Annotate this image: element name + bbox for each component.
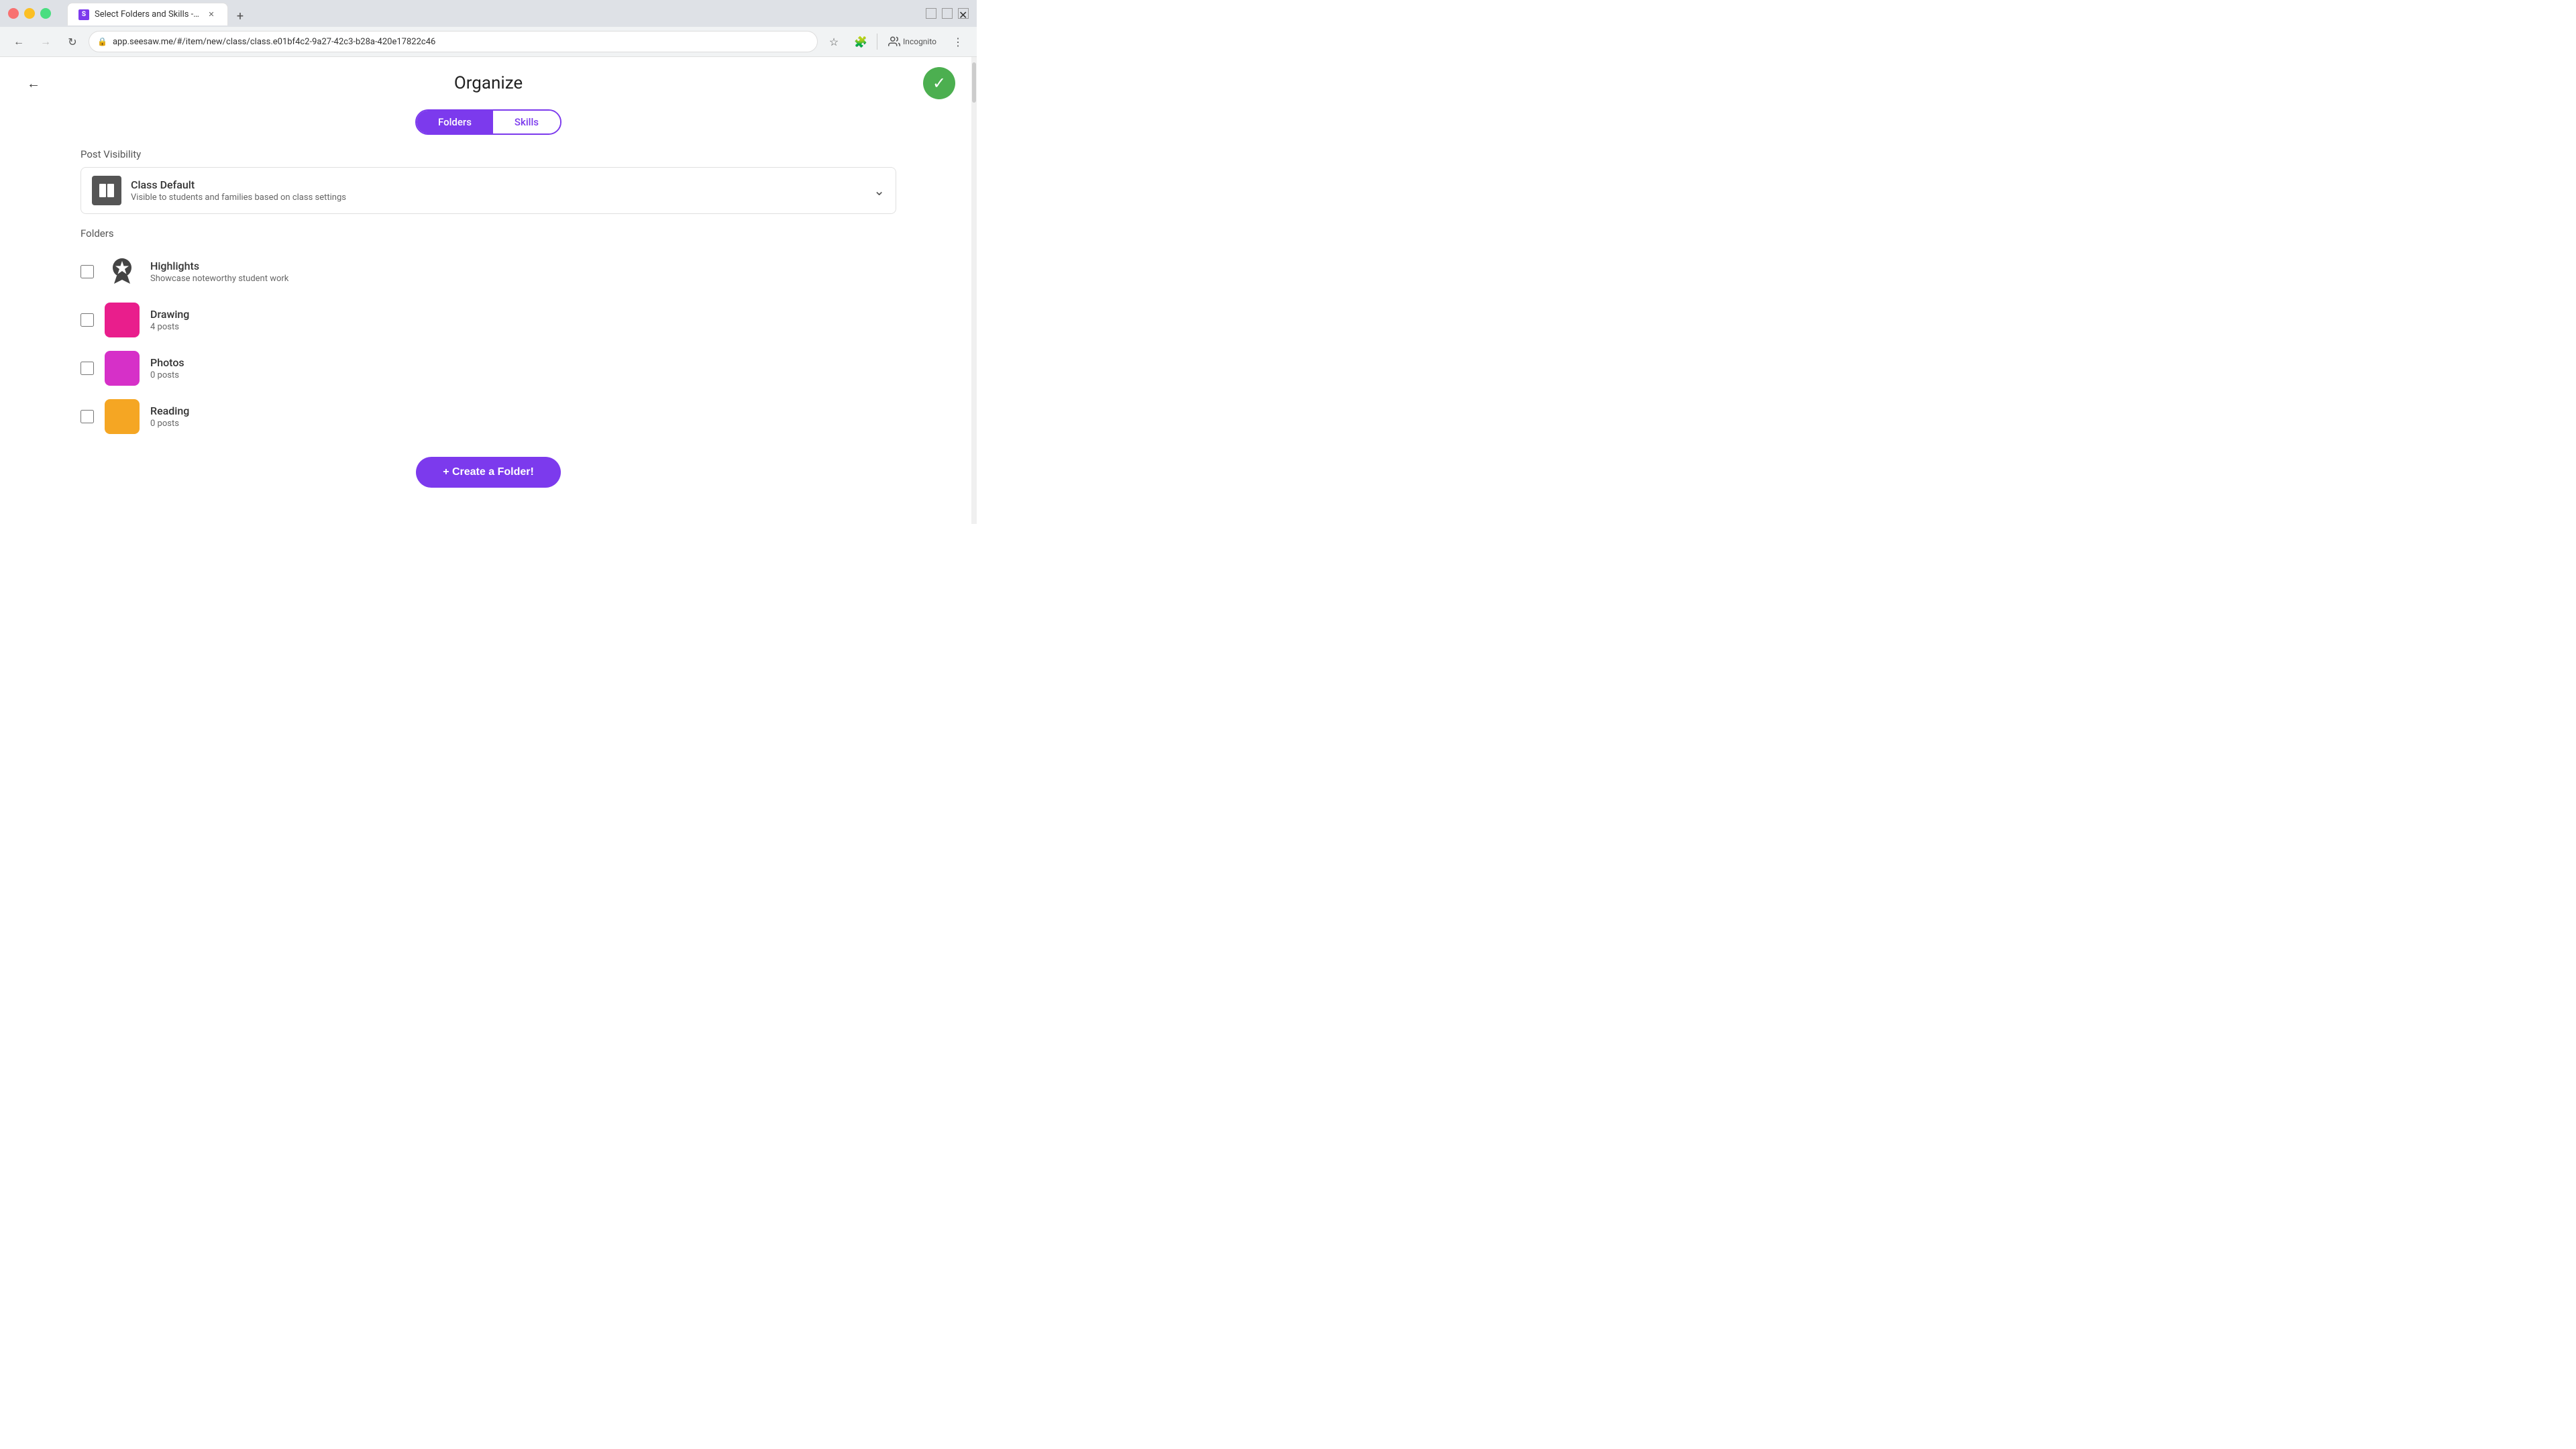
drawing-folder-icon	[105, 303, 140, 337]
close-window-btn[interactable]	[8, 8, 19, 19]
visibility-dropdown[interactable]: Class Default Visible to students and fa…	[80, 167, 896, 214]
page-title: Organize	[454, 73, 523, 93]
tab-close-btn[interactable]: ✕	[206, 9, 217, 20]
visibility-title: Class Default	[131, 178, 873, 191]
tab-favicon: S	[78, 9, 89, 20]
window-controls	[8, 8, 51, 19]
photos-folder-name: Photos	[150, 356, 896, 369]
visibility-icon	[92, 176, 121, 205]
confirm-btn[interactable]: ✓	[923, 67, 955, 99]
page-header: ← Organize ✓	[0, 57, 977, 104]
maximize-window-btn[interactable]	[40, 8, 51, 19]
list-item: Reading 0 posts	[80, 392, 896, 441]
main-content: ← Organize ✓ Folders Skills Post Visibil…	[0, 57, 977, 524]
drawing-folder-name: Drawing	[150, 308, 896, 321]
content-area: Post Visibility Class Default Visible to…	[0, 148, 977, 488]
list-item: Photos 0 posts	[80, 344, 896, 392]
new-tab-btn[interactable]: +	[231, 7, 250, 25]
back-btn[interactable]: ←	[8, 31, 30, 52]
photos-folder-meta: 0 posts	[150, 370, 896, 380]
extensions-btn[interactable]: 🧩	[850, 31, 871, 52]
tab-strip: S Select Folders and Skills - Sees... ✕ …	[59, 1, 258, 25]
reading-folder-name: Reading	[150, 405, 896, 417]
folders-tab[interactable]: Folders	[417, 111, 493, 133]
visibility-text: Class Default Visible to students and fa…	[131, 178, 873, 203]
title-bar: S Select Folders and Skills - Sees... ✕ …	[0, 0, 977, 27]
forward-btn[interactable]: →	[35, 31, 56, 52]
photos-folder-icon	[105, 351, 140, 386]
highlights-checkbox[interactable]	[80, 265, 94, 278]
check-icon: ✓	[932, 74, 946, 93]
restore-btn[interactable]	[942, 8, 953, 19]
nav-bar: ← → ↻ 🔒 app.seesaw.me/#/item/new/class/c…	[0, 27, 977, 56]
create-folder-section: + Create a Folder!	[80, 457, 896, 488]
address-bar[interactable]: 🔒 app.seesaw.me/#/item/new/class/class.e…	[89, 31, 818, 52]
drawing-checkbox[interactable]	[80, 313, 94, 327]
active-tab[interactable]: S Select Folders and Skills - Sees... ✕	[67, 3, 228, 25]
drawing-folder-text: Drawing 4 posts	[150, 308, 896, 332]
post-visibility-label: Post Visibility	[80, 148, 896, 160]
browser-chrome: S Select Folders and Skills - Sees... ✕ …	[0, 0, 977, 57]
incognito-label: Incognito	[903, 37, 936, 46]
folders-section-label: Folders	[80, 227, 896, 239]
lock-icon: 🔒	[97, 37, 107, 46]
photos-folder-text: Photos 0 posts	[150, 356, 896, 380]
chevron-down-icon: ⌄	[873, 182, 885, 199]
book-icon	[97, 181, 116, 200]
reading-folder-meta: 0 posts	[150, 419, 896, 429]
skills-tab[interactable]: Skills	[493, 111, 560, 133]
list-item: Drawing 4 posts	[80, 296, 896, 344]
incognito-badge: Incognito	[883, 33, 942, 50]
minimize-btn[interactable]	[926, 8, 936, 19]
create-folder-btn[interactable]: + Create a Folder!	[416, 457, 561, 488]
star-ribbon-icon	[105, 254, 140, 289]
reading-folder-icon	[105, 399, 140, 434]
reading-checkbox[interactable]	[80, 410, 94, 423]
menu-btn[interactable]: ⋮	[947, 31, 969, 52]
highlights-folder-meta: Showcase noteworthy student work	[150, 274, 896, 284]
page-back-btn[interactable]: ←	[21, 71, 46, 95]
visibility-subtitle: Visible to students and families based o…	[131, 193, 873, 203]
tab-title: Select Folders and Skills - Sees...	[95, 9, 201, 19]
close-btn[interactable]: ✕	[958, 8, 969, 19]
scrollbar[interactable]	[971, 57, 977, 524]
minimize-window-btn[interactable]	[24, 8, 35, 19]
refresh-btn[interactable]: ↻	[62, 31, 83, 52]
url-text: app.seesaw.me/#/item/new/class/class.e01…	[113, 37, 809, 47]
highlights-folder-icon	[105, 254, 140, 289]
list-item: Highlights Showcase noteworthy student w…	[80, 248, 896, 296]
tab-switcher: Folders Skills	[0, 109, 977, 135]
highlights-folder-text: Highlights Showcase noteworthy student w…	[150, 260, 896, 284]
photos-checkbox[interactable]	[80, 362, 94, 375]
reading-folder-text: Reading 0 posts	[150, 405, 896, 429]
drawing-folder-meta: 4 posts	[150, 322, 896, 332]
highlights-folder-name: Highlights	[150, 260, 896, 272]
scrollbar-thumb[interactable]	[972, 62, 976, 103]
bookmark-btn[interactable]: ☆	[823, 31, 845, 52]
tab-group: Folders Skills	[415, 109, 561, 135]
